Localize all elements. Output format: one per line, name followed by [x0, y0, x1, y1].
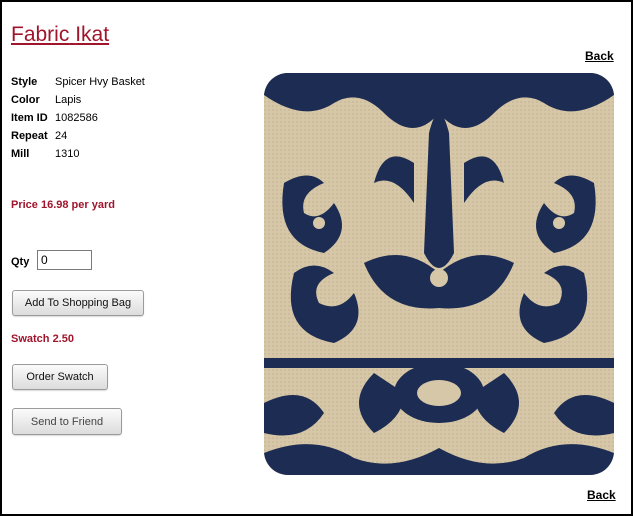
spec-value: Spicer Hvy Basket	[55, 76, 145, 88]
add-to-shopping-bag-button[interactable]: Add To Shopping Bag	[12, 290, 144, 316]
qty-label: Qty	[11, 256, 30, 268]
back-link-top[interactable]: Back	[585, 49, 614, 63]
spec-row-mill: Mill 1310	[11, 145, 145, 163]
spec-row-color: Color Lapis	[11, 91, 145, 109]
spec-row-item-id: Item ID 1082586	[11, 109, 145, 127]
title-word-ikat[interactable]: Ikat	[75, 23, 109, 46]
spec-label: Mill	[11, 148, 30, 160]
product-title[interactable]: Fabric Ikat	[11, 23, 109, 47]
swatch-price-text: Swatch 2.50	[11, 333, 74, 345]
price-text: Price 16.98 per yard	[11, 199, 115, 211]
spec-value: 1082586	[55, 112, 98, 124]
ikat-pattern-image	[264, 73, 614, 475]
spec-row-repeat: Repeat 24	[11, 127, 145, 145]
fabric-image	[264, 73, 614, 475]
send-to-friend-button[interactable]: Send to Friend	[12, 408, 122, 435]
qty-input[interactable]	[37, 250, 92, 270]
spec-label: Color	[11, 94, 40, 106]
page-frame: Fabric Ikat Back Style Spicer Hvy Basket…	[0, 0, 633, 516]
spec-row-style: Style Spicer Hvy Basket	[11, 73, 145, 91]
title-word-fabric[interactable]: Fabric	[11, 23, 69, 46]
spec-label: Repeat	[11, 130, 48, 142]
order-swatch-button[interactable]: Order Swatch	[12, 364, 108, 390]
back-link-bottom[interactable]: Back	[587, 488, 616, 502]
spec-value: Lapis	[55, 94, 82, 106]
spec-value: 1310	[55, 148, 80, 160]
specs-table: Style Spicer Hvy Basket Color Lapis Item…	[11, 73, 145, 163]
spec-value: 24	[55, 130, 68, 142]
spec-label: Style	[11, 76, 38, 88]
spec-label: Item ID	[11, 112, 48, 124]
